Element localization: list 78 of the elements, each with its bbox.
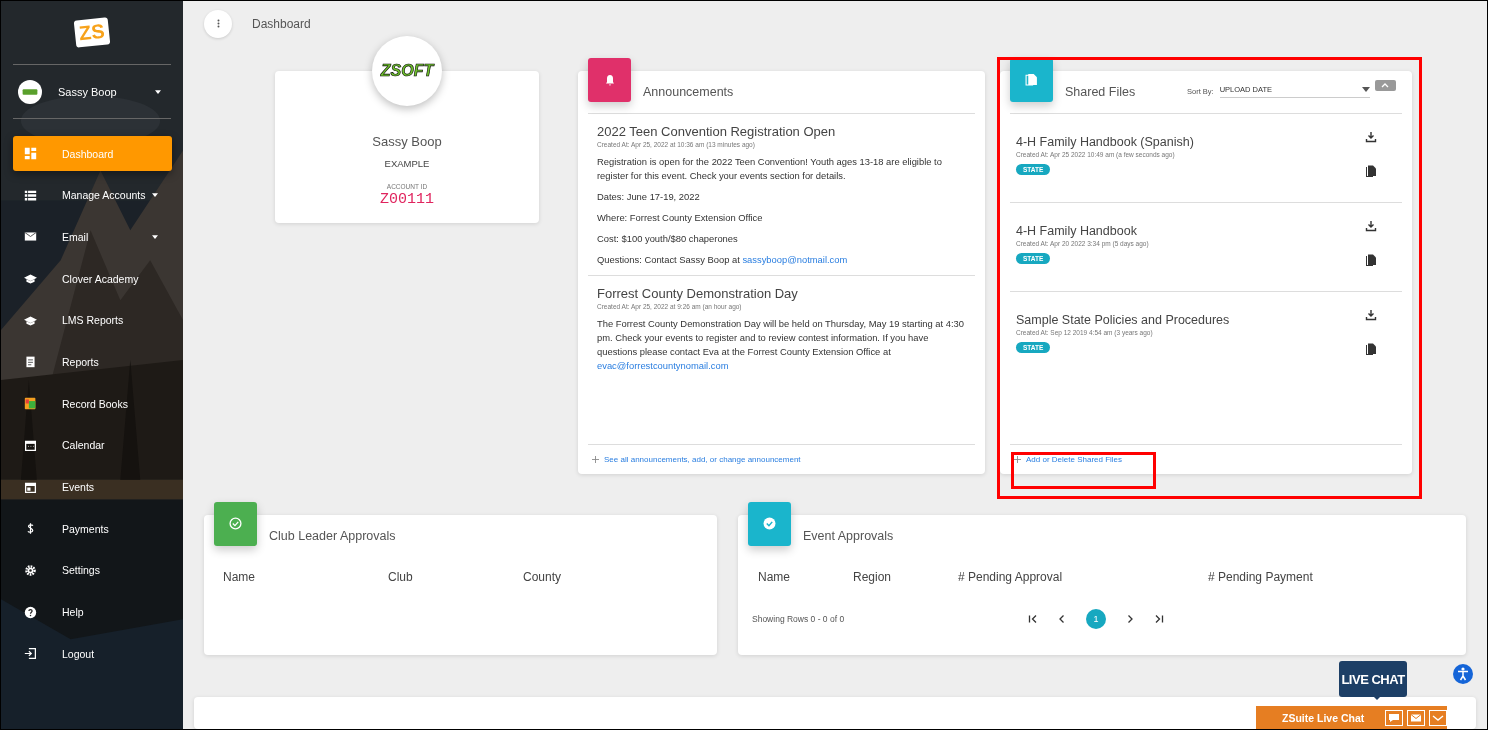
column-header: # Pending Approval <box>958 569 1064 584</box>
announcement-text: The Forrest County Demonstration Day will be held on Thursday, May 19 starting at 4:30 pm. Check your events to register and to review contest information. If you have questions please contact Eva at the Forrest County Extension Office at evac@forrestcountynomail.com <box>597 316 965 373</box>
graduation-cap-icon <box>24 313 37 327</box>
nav-item[interactable]: LMS Reports <box>13 302 172 338</box>
row-count: Showing Rows 0 - 0 of 0 <box>752 613 846 624</box>
logout-icon <box>24 647 37 661</box>
accessibility-icon[interactable] <box>1453 664 1473 684</box>
card-title: Shared Files <box>1065 84 1137 99</box>
dashboard-icon <box>24 147 37 160</box>
chat-icon[interactable] <box>1385 710 1403 726</box>
profile-logo: ZSOFT <box>372 35 442 106</box>
list-icon <box>24 188 37 202</box>
announcement-text: Dates: June 17-19, 2022 <box>597 189 701 204</box>
more-icon <box>216 19 220 29</box>
account-id: Z00111 <box>380 190 434 208</box>
file-name[interactable]: 4-H Family Handbook <box>1016 223 1137 238</box>
plus-icon <box>592 455 599 463</box>
nav-item[interactable]: Events <box>13 469 172 505</box>
download-icon[interactable] <box>1365 308 1377 321</box>
nav-item[interactable]: Calendar <box>13 427 172 463</box>
column-header: Name <box>223 569 256 584</box>
column-header: # Pending Payment <box>1208 569 1313 584</box>
announcement-title: Forrest County Demonstration Day <box>597 285 799 301</box>
email-link[interactable]: evac@forrestcountynomail.com <box>597 359 729 371</box>
chevron-icon <box>1381 83 1390 88</box>
avatar-icon <box>18 79 42 104</box>
column-header: Region <box>853 569 893 584</box>
card-title: Event Approvals <box>803 528 894 543</box>
card-title: Announcements <box>643 84 734 99</box>
announcement-text: Where: Forrest County Extension Office <box>597 210 764 225</box>
nav-item[interactable]: Record Books <box>13 386 172 422</box>
nav-item[interactable]: Payments <box>13 511 172 547</box>
nav-item[interactable]: Clover Academy <box>13 261 172 297</box>
last-page-icon[interactable] <box>1154 613 1164 624</box>
copy-icon[interactable] <box>1365 253 1377 266</box>
email-link[interactable]: sassyboop@notmail.com <box>742 253 848 265</box>
shared-files-link[interactable]: Add or Delete Shared Files <box>1026 454 1123 464</box>
nav-item[interactable]: Help <box>13 594 172 630</box>
download-icon[interactable] <box>1365 219 1377 232</box>
copy-icon[interactable] <box>1365 342 1377 355</box>
user-name[interactable]: Sassy Boop <box>58 85 139 98</box>
column-header: Club <box>388 569 414 584</box>
mail-icon[interactable] <box>1407 710 1425 726</box>
mail-icon <box>24 230 37 244</box>
announcement-title: 2022 Teen Convention Registration Open <box>597 123 837 139</box>
page-title: Dashboard <box>252 16 311 31</box>
collapse-button[interactable] <box>1374 80 1396 91</box>
copy-icon[interactable] <box>1365 164 1377 177</box>
calendar-icon <box>24 480 37 494</box>
column-header: County <box>523 569 562 584</box>
nav-item[interactable]: Manage Accounts <box>13 177 172 213</box>
book-icon <box>24 397 37 411</box>
column-header: Name <box>758 569 791 584</box>
announcements-link[interactable]: See all announcements, add, or change announcement <box>604 454 801 464</box>
profile-role: EXAMPLE <box>384 157 430 169</box>
help-icon <box>24 605 37 619</box>
nav-item[interactable]: Reports <box>13 344 172 380</box>
calendar-icon <box>24 438 37 452</box>
nav-item[interactable]: Settings <box>13 552 172 588</box>
profile-name: Sassy Boop <box>372 133 442 149</box>
clipboard-icon <box>24 355 37 369</box>
announcement-text: Registration is open for the 2022 Teen Convention! Youth ages 13-18 are eligible to register for this event. Check your events section for details. <box>597 154 943 183</box>
nav-item[interactable]: Email <box>13 219 172 255</box>
minimize-icon[interactable] <box>1429 710 1447 726</box>
caret-icon <box>1361 86 1370 92</box>
first-page-icon[interactable] <box>1028 613 1038 624</box>
nav-item[interactable]: Logout <box>13 636 172 672</box>
plus-icon <box>1014 455 1021 463</box>
graduation-cap-icon <box>24 272 37 286</box>
download-icon[interactable] <box>1365 130 1377 143</box>
previous-page-icon[interactable] <box>1057 613 1067 624</box>
next-page-icon[interactable] <box>1125 613 1135 624</box>
file-name[interactable]: 4-H Family Handbook (Spanish) <box>1016 134 1194 149</box>
announcement-text: Questions: Contact Sassy Boop at sassyboop@notmail.com <box>597 252 849 267</box>
file-name[interactable]: Sample State Policies and Procedures <box>1016 312 1230 327</box>
announcement-text: Cost: $100 youth/$80 chaperones <box>597 231 739 246</box>
card-title: Club Leader Approvals <box>269 528 396 543</box>
settings-icon <box>24 563 37 577</box>
